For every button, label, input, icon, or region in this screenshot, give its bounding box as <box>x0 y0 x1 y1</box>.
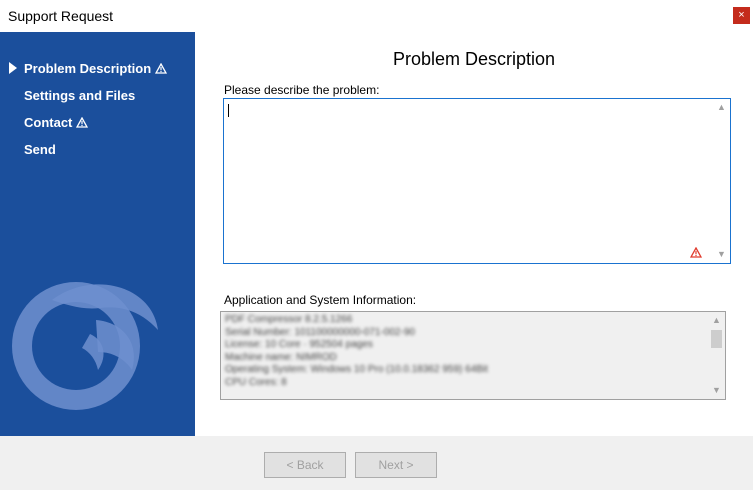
system-info-box[interactable]: PDF Compressor 8.2.5.1266 Serial Number:… <box>220 311 726 400</box>
scroll-down-icon[interactable]: ▼ <box>713 246 730 263</box>
swirl-logo-icon <box>12 260 162 415</box>
title-bar: Support Request × <box>0 0 753 32</box>
system-info-scrollbar[interactable]: ▲ ▼ <box>708 312 725 399</box>
system-info-line: License: 10 Core · 952504 pages <box>225 339 373 350</box>
sidebar-item-label: Contact <box>24 115 73 130</box>
describe-problem-label: Please describe the problem: <box>224 83 380 97</box>
back-button[interactable]: < Back <box>264 452 346 478</box>
system-info-line: Serial Number: 101100000000-071-002-90 <box>225 326 415 338</box>
sidebar: Problem Description Settings and Files C… <box>0 32 195 436</box>
sidebar-item-problem-description[interactable]: Problem Description <box>24 61 168 77</box>
system-info-text: PDF Compressor 8.2.5.1266 Serial Number:… <box>225 314 488 389</box>
sidebar-item-send[interactable]: Send <box>24 142 56 157</box>
scroll-down-icon[interactable]: ▼ <box>708 382 725 399</box>
sidebar-item-label: Send <box>24 142 56 157</box>
sidebar-item-settings-and-files[interactable]: Settings and Files <box>24 88 135 103</box>
system-info-line: Machine name: NIMROD <box>225 351 337 363</box>
system-info-line: CPU Cores: 8 <box>225 376 287 388</box>
next-button[interactable]: Next > <box>355 452 437 478</box>
system-info-line: Operating System: Windows 10 Pro (10.0.1… <box>225 364 488 375</box>
current-step-arrow-icon <box>9 62 17 74</box>
problem-description-scrollbar[interactable]: ▲ ▼ <box>713 99 730 263</box>
scrollbar-thumb[interactable] <box>711 330 722 348</box>
system-info-line: PDF Compressor 8.2.5.1266 <box>225 314 353 325</box>
warning-icon <box>76 116 89 131</box>
window-title: Support Request <box>8 8 114 24</box>
sidebar-item-label: Problem Description <box>24 61 152 76</box>
main-panel: Problem Description Please describe the … <box>195 32 753 436</box>
scroll-up-icon[interactable]: ▲ <box>713 99 730 116</box>
problem-description-field[interactable]: ▲ ▼ <box>223 98 731 264</box>
warning-icon <box>155 62 168 77</box>
page-title: Problem Description <box>392 49 556 69</box>
footer: < Back Next > <box>0 436 753 490</box>
support-request-window: Support Request × Problem Description Se… <box>0 0 753 490</box>
sidebar-item-contact[interactable]: Contact <box>24 115 89 131</box>
sidebar-item-label: Settings and Files <box>24 88 136 103</box>
scroll-up-icon[interactable]: ▲ <box>708 312 725 329</box>
text-caret <box>228 104 229 117</box>
system-info-label: Application and System Information: <box>224 293 417 307</box>
close-button[interactable]: × <box>733 7 750 24</box>
field-warning-icon <box>689 245 703 263</box>
